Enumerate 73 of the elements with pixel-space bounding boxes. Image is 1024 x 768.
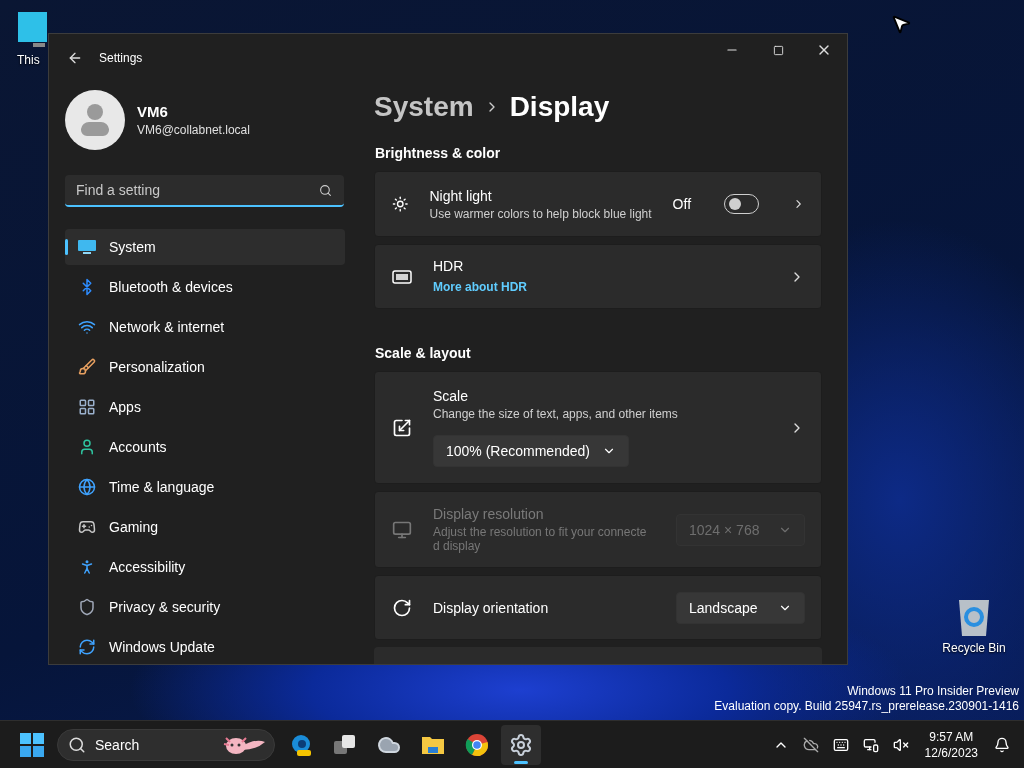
sidebar-item[interactable]: Accounts <box>65 429 345 465</box>
setting-title: Scale <box>433 388 470 404</box>
sidebar-item[interactable]: Apps <box>65 389 345 425</box>
setting-title: Display resolution <box>433 506 545 522</box>
setting-card[interactable]: Scale Change the size of text, apps, and other items 100% (Recommended) <box>374 371 822 484</box>
clock[interactable]: 9:57 AM 12/6/2023 <box>920 728 982 761</box>
maximize-icon <box>772 44 784 56</box>
person-silhouette-icon <box>80 103 110 137</box>
shield-icon <box>78 598 96 616</box>
hdr-icon <box>392 269 412 284</box>
sun-icon <box>392 194 409 214</box>
windows-icon <box>333 733 357 756</box>
setting-description: Use warmer colors to help block blue light <box>429 206 652 221</box>
taskbar-app[interactable] <box>501 724 541 765</box>
person-icon <box>78 438 96 456</box>
sidebar-item[interactable]: System <box>65 229 345 265</box>
setting-card[interactable]: Night light Use warmer colors to help block blue light Off <box>374 171 822 237</box>
window-title: Settings <box>99 51 143 65</box>
more-link[interactable]: More about HDR <box>433 280 527 294</box>
sidebar-item[interactable]: Personalization <box>65 349 345 385</box>
account-email: VM6@collabnet.local <box>137 123 250 137</box>
refresh-icon <box>78 638 96 656</box>
sidebar-item[interactable]: Time & language <box>65 469 345 505</box>
setting-card[interactable]: HDR More about HDR <box>374 244 822 309</box>
scale-dropdown[interactable]: 100% (Recommended) <box>433 435 629 467</box>
setting-title: Display orientation <box>433 599 550 616</box>
globe-icon <box>78 478 96 496</box>
section-title: Scale & layout <box>375 344 472 363</box>
gear-icon <box>509 732 533 757</box>
mouse-pointer-icon <box>890 13 912 35</box>
shortcut-label: Recycle Bin <box>942 641 1006 655</box>
chrome-icon <box>465 732 489 757</box>
keyboard-icon[interactable] <box>832 736 849 753</box>
sidebar-item[interactable]: Network & internet <box>65 309 345 345</box>
toggle-state: Off <box>672 196 692 212</box>
rotate-icon <box>392 597 412 618</box>
monitor-icon <box>77 239 97 255</box>
grid-icon <box>78 398 96 416</box>
volume-muted-icon[interactable] <box>892 736 909 753</box>
search-field[interactable]: Find a setting <box>65 175 344 207</box>
windows-logo-icon <box>20 732 44 757</box>
sidebar-item[interactable]: Privacy & security <box>65 589 345 625</box>
sidebar-item[interactable]: Bluetooth & devices <box>65 269 345 305</box>
setting-title: Night light <box>429 187 493 204</box>
monitor-icon[interactable] <box>17 11 47 49</box>
value-dropdown[interactable]: Landscape <box>676 591 805 624</box>
sidebar-item[interactable]: Gaming <box>65 509 345 545</box>
wifi-icon <box>78 318 96 336</box>
search-icon <box>319 184 332 197</box>
account-name: VM6 <box>137 103 169 120</box>
gamepad-icon <box>78 518 96 536</box>
sidebar-item[interactable]: Windows Update <box>65 629 345 664</box>
taskbar-search[interactable]: Search <box>57 728 275 761</box>
sidebar-item[interactable]: Accessibility <box>65 549 345 585</box>
brush-icon <box>78 358 96 376</box>
setting-card[interactable]: Display orientation Landscape <box>374 575 822 640</box>
resolution-icon <box>392 519 412 540</box>
section-title: Brightness & color <box>375 144 502 163</box>
watermark-text: Windows 11 Pro Insider Preview <box>846 684 1019 699</box>
setting-description: Adjust the resolution to fit your connecte d display <box>433 525 648 553</box>
recycle-bin-icon[interactable] <box>956 597 992 637</box>
setting-title: HDR <box>433 258 465 274</box>
cloud-off-icon[interactable] <box>802 736 819 753</box>
page-title: Display <box>509 91 610 123</box>
bell-icon[interactable] <box>994 736 1010 753</box>
breadcrumb-parent[interactable]: System <box>374 91 474 123</box>
search-icon <box>68 735 86 754</box>
shortcut-label: This <box>17 53 40 67</box>
setting-description: Change the size of text, apps, and other items <box>433 407 679 421</box>
scale-icon <box>392 417 412 438</box>
watermark-text: Evaluation copy. Build 25947.rs_prerelease.230901-1416 <box>714 699 1019 714</box>
network-icon[interactable] <box>862 736 879 753</box>
browser-icon <box>289 732 313 757</box>
